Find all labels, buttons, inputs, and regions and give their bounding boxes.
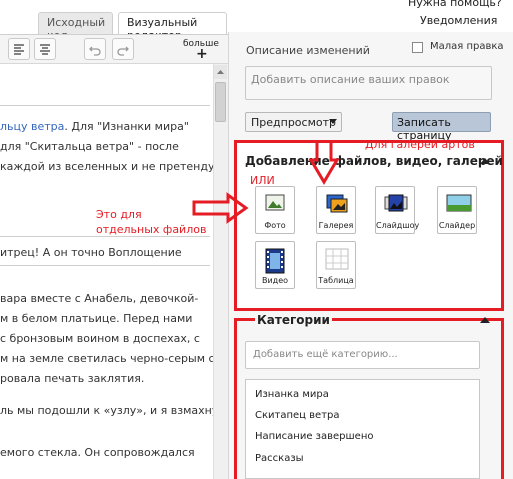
collapse-icon[interactable] bbox=[480, 317, 490, 323]
annotation-gallery: Для галереи артов bbox=[365, 138, 475, 151]
category-item[interactable]: Скитапец ветра bbox=[255, 410, 340, 421]
category-item[interactable]: Изнанка мира bbox=[255, 389, 329, 400]
arrow-down-icon bbox=[308, 142, 340, 185]
category-item[interactable]: Написание завершено bbox=[255, 431, 373, 442]
category-item[interactable]: Рассказы bbox=[255, 453, 304, 464]
category-placeholder: Добавить ещё категорию... bbox=[253, 349, 398, 360]
annotation-single-1: Это для bbox=[96, 208, 142, 221]
annotation-single-2: отдельных файлов bbox=[96, 223, 207, 236]
arrow-right-icon bbox=[192, 192, 249, 224]
annotation-or: ИЛИ bbox=[250, 174, 275, 187]
categories-title: Категории bbox=[255, 313, 332, 327]
